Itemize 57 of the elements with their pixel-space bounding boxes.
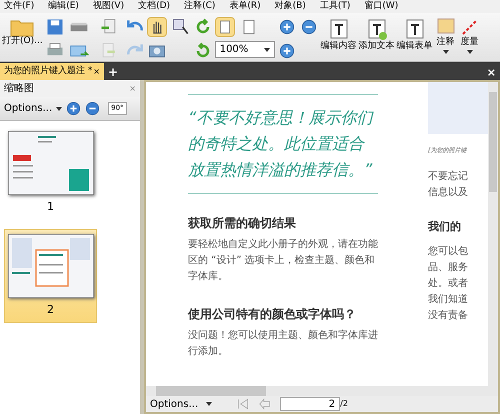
side-text: 没有责备 — [428, 308, 469, 322]
menu-item[interactable]: 文档(D) — [138, 2, 170, 11]
section-heading: 获取所需的确切结果 — [188, 215, 297, 232]
toolbar-button[interactable]: 编辑内容 — [320, 13, 357, 52]
side-heading: 我们的 — [428, 219, 462, 235]
toolbar-dropdown[interactable]: 注释 — [434, 13, 457, 54]
first-page-icon[interactable] — [236, 397, 250, 411]
open-button[interactable]: 打开(O)... — [1, 13, 43, 46]
panel-title: 缩略图 — [4, 82, 34, 96]
page-number: 1 — [47, 199, 54, 215]
menu-item[interactable]: 工具(T) — [320, 2, 350, 11]
previous-page-icon[interactable] — [258, 397, 272, 411]
actual-size-icon[interactable] — [214, 17, 235, 37]
quote-text: “不要不好意思！展示你们的奇特之处。此位置适合放置热情洋溢的推荐信。” — [188, 107, 375, 181]
page-thumbnail[interactable]: 2 — [4, 228, 97, 323]
menu-item[interactable]: 对象(B) — [274, 2, 306, 11]
photo-placeholder — [428, 82, 488, 134]
caret-icon[interactable] — [466, 50, 473, 54]
side-text: 我们知道 — [428, 292, 469, 306]
side-text: 您可以包 — [428, 244, 469, 258]
zoom-field[interactable]: 100% — [214, 41, 275, 58]
zoom-out-icon[interactable] — [85, 101, 100, 116]
menu-item[interactable]: 编辑(E) — [48, 2, 79, 11]
page-number: 2 — [47, 302, 54, 318]
save-icon[interactable] — [44, 17, 65, 37]
menu-item[interactable]: 表单(R) — [229, 2, 261, 11]
options-dropdown[interactable]: Options... — [150, 396, 198, 412]
caret-icon[interactable] — [206, 402, 212, 406]
menu-item[interactable]: 文件(F) — [4, 2, 34, 11]
close-tab-button[interactable]: × — [93, 68, 100, 76]
section-text: 要轻松地自定义此小册子的外观，请在功能区的 “设计” 选项卡上，检查主题、颜色和字体库。 — [188, 238, 378, 284]
caret-icon[interactable] — [264, 48, 270, 52]
caret-icon[interactable] — [442, 50, 449, 54]
horizontal-scrollbar[interactable] — [146, 386, 498, 396]
close-window-button[interactable]: × — [486, 67, 496, 78]
side-text: 处。或者 — [428, 276, 469, 290]
options-dropdown[interactable]: Options... — [4, 101, 52, 116]
menu-item[interactable]: 窗口(W) — [364, 2, 398, 11]
zoom-in-icon[interactable] — [66, 101, 82, 116]
menu-item[interactable]: 视图(V) — [92, 2, 124, 11]
vertical-scrollbar[interactable] — [488, 82, 498, 386]
page-total: /2 — [340, 398, 348, 410]
toolbar-button[interactable]: 编辑表单 — [396, 13, 433, 52]
new-tab-button[interactable]: + — [104, 66, 122, 78]
side-text: 品、服务 — [428, 260, 469, 274]
document-tab[interactable]: 为您的照片键入题注 *× — [0, 63, 104, 80]
side-text: 信息以及 — [428, 186, 469, 200]
caret-icon[interactable] — [56, 106, 62, 110]
toolbar-dropdown[interactable]: 度量 — [458, 13, 481, 54]
page-number-field[interactable]: 2 — [280, 397, 340, 411]
section-heading: 使用公司特有的颜色或字体吗？ — [188, 306, 357, 323]
side-text: 不要忘记 — [428, 170, 469, 184]
section-text: 没问题！您可以使用主题、颜色和字体库进行添加。 — [188, 328, 378, 359]
toolbar-button[interactable]: 添加文本 — [358, 13, 395, 52]
menu-item[interactable]: 注释(C) — [184, 2, 216, 11]
text-select-icon[interactable] — [170, 17, 191, 37]
page-thumbnail[interactable]: 1 — [4, 126, 97, 220]
